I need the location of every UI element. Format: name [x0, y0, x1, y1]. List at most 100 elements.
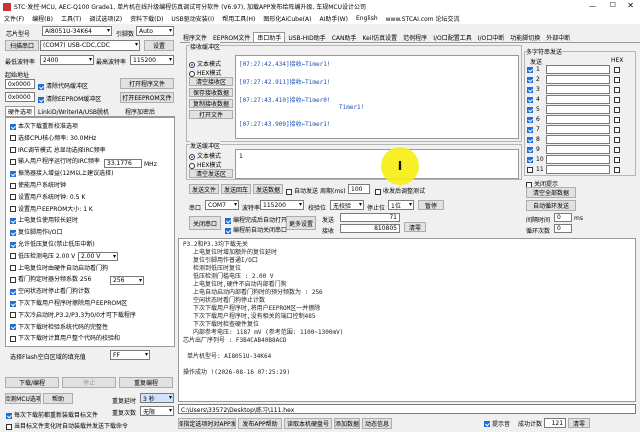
status-app-button[interactable]: 选择指定选项时对APP发布	[178, 417, 236, 429]
hw-option[interactable]: 本次下载重新校准选项	[10, 121, 78, 130]
interval-input[interactable]: 0	[554, 213, 572, 222]
status-dyn-button[interactable]: 动态信息	[362, 417, 392, 429]
menu-website[interactable]: www.STCAI.com 论坛交流	[386, 14, 460, 23]
hw-option[interactable]: 允许低压复位(禁止低压中断)	[10, 239, 95, 248]
maximize-icon[interactable]: ☐	[610, 1, 616, 9]
stop-combo[interactable]: 1位	[388, 200, 414, 210]
menu-help[interactable]: 帮用工具(H)	[222, 14, 255, 23]
multi-row-hex-check[interactable]	[614, 107, 620, 113]
auto-send-check[interactable]: 自动发送	[286, 186, 318, 195]
port-select[interactable]: (COM7) USB-CDC,CDC	[40, 40, 140, 51]
delay-select[interactable]: 3 秒	[140, 393, 174, 403]
toggle-send-check[interactable]: 收发后调整测试	[375, 186, 425, 195]
hw-option[interactable]: 上电复位时由硬件自动启动看门狗	[10, 263, 108, 272]
repeat-program-button[interactable]: 重复编程	[119, 377, 173, 388]
multi-row-check[interactable]	[527, 157, 533, 163]
port-combo[interactable]: COM7	[205, 200, 239, 210]
download-button[interactable]: 下载/编程	[5, 377, 59, 388]
max-baud-select[interactable]: 115200	[130, 55, 174, 65]
status-help-button[interactable]: 发布APP帮助	[238, 417, 282, 429]
tool-tab-examples[interactable]: 范例程序	[400, 33, 430, 42]
clear-recv-button[interactable]: 清空接收区	[189, 77, 233, 86]
tool-tab-io[interactable]: I/O口配置工具	[430, 33, 475, 42]
multi-row-hex-check[interactable]	[614, 77, 620, 83]
multi-row-hex-check[interactable]	[614, 67, 620, 73]
copy-recv-button[interactable]: 复制接收数据	[189, 99, 233, 108]
recv-hex-mode[interactable]: HEX模式	[189, 68, 221, 77]
save-recv-button[interactable]: 保存接收数据	[189, 88, 233, 97]
status-clear-button[interactable]: 清零	[568, 418, 591, 428]
help-button[interactable]: 帮助	[43, 393, 73, 404]
open-prog-file-button[interactable]: 打开程序文件	[120, 78, 174, 89]
send-text-mode[interactable]: 文本模式	[189, 151, 221, 160]
auto-close-check[interactable]: 编程前自动关闭串口	[225, 225, 287, 234]
recv-text-mode[interactable]: 文本模式	[189, 59, 221, 68]
pause-button[interactable]: 暂停	[418, 200, 444, 210]
tip-sound-check[interactable]: 提示音	[484, 419, 510, 428]
lvd-select[interactable]: 2.00 V	[78, 252, 118, 261]
clear-send-button[interactable]: 清空发送区	[189, 169, 233, 178]
hw-option[interactable]: 下次下载时计算用户整个代码的校验和	[10, 333, 120, 342]
multi-row-hex-check[interactable]	[614, 137, 620, 143]
multi-row-input[interactable]	[546, 145, 610, 154]
recv-area[interactable]: [07:27:42.434]接收←Timer1! [07:27:42.911]接…	[235, 55, 519, 139]
addr2-input[interactable]: 0x0000	[5, 92, 35, 102]
multi-row-hex-check[interactable]	[614, 167, 620, 173]
hw-option[interactable]: 空闲状态时停止看门狗计数	[10, 286, 90, 295]
multi-row-check[interactable]	[527, 167, 533, 173]
multi-row-check[interactable]	[527, 97, 533, 103]
multi-row-check[interactable]	[527, 147, 533, 153]
check-combo[interactable]: 无校验	[330, 200, 364, 210]
open-eeprom-file-button[interactable]: 打开EEPROM文件	[120, 92, 174, 103]
multi-row-hex-check[interactable]	[614, 117, 620, 123]
multi-row-input[interactable]	[546, 95, 610, 104]
open-file-button[interactable]: 打开文件	[189, 110, 233, 119]
multi-row-check[interactable]	[527, 107, 533, 113]
hw-option[interactable]: 选择CPU核心频率: 30.0MHz	[10, 133, 96, 142]
tab-encrypt[interactable]: 程序加密后	[123, 106, 175, 116]
chip-select[interactable]: AI8051U-34K64	[42, 26, 112, 36]
hw-option[interactable]: 看门狗定时器分频系数 256	[10, 274, 91, 283]
menu-download[interactable]: 资料下载(D)	[130, 14, 163, 23]
multi-row-input[interactable]	[546, 165, 610, 174]
hw-option[interactable]: 设置用户EEPROM大小: 1 K	[10, 204, 93, 213]
send-area[interactable]: 1	[235, 149, 519, 179]
clear-all-button[interactable]: 清空全部数据	[526, 187, 576, 198]
menu-english[interactable]: English	[356, 15, 378, 22]
pin-select[interactable]: Auto	[136, 26, 174, 36]
loop-input[interactable]: 0	[554, 224, 572, 233]
multi-row-check[interactable]	[527, 67, 533, 73]
hw-option[interactable]: 振荡器接入增益(12M以上建议选择)	[10, 168, 114, 177]
hw-option[interactable]: 使能用户系统时钟	[10, 180, 66, 189]
addr1-input[interactable]: 0x0000	[5, 79, 35, 89]
multi-row-check[interactable]	[527, 127, 533, 133]
hw-option[interactable]: 下次冷启动时,P3.2/P3.3为0/0才可下载程序	[10, 310, 136, 319]
multi-row-check[interactable]	[527, 87, 533, 93]
send-hex-mode[interactable]: HEX模式	[189, 160, 221, 169]
hw-option[interactable]: 输入用户程序运行时的IRC频率	[10, 156, 100, 165]
multi-row-hex-check[interactable]	[614, 127, 620, 133]
menu-tools[interactable]: 工具(T)	[61, 14, 81, 23]
flash-fill-select[interactable]: FF	[110, 350, 150, 360]
menu-program[interactable]: 编程(B)	[32, 14, 53, 23]
multi-row-input[interactable]	[546, 105, 610, 114]
hw-option[interactable]: 设置用户系统时钟: 0.5 K	[10, 192, 85, 201]
multi-row-input[interactable]	[546, 155, 610, 164]
close-icon[interactable]: ✕	[627, 1, 634, 10]
multi-row-check[interactable]	[527, 117, 533, 123]
status-disk-button[interactable]: 读取本机硬盘号	[284, 417, 332, 429]
menu-debug[interactable]: 调试选项(Z)	[89, 14, 122, 23]
tool-tab-can[interactable]: CAN助手	[329, 33, 360, 42]
minimize-icon[interactable]: —	[589, 2, 596, 10]
clear-eeprom-check[interactable]: 清除EEPROM缓冲区	[38, 94, 101, 103]
detect-mcu-button[interactable]: 检测MCU选项	[5, 393, 41, 404]
min-baud-select[interactable]: 2400	[40, 55, 94, 65]
auto-load-check[interactable]: 当目标文件变化时自动装载并发送下载命令	[6, 421, 128, 430]
multi-row-input[interactable]	[546, 125, 610, 134]
multi-row-input[interactable]	[546, 75, 610, 84]
wdt-select[interactable]: 256	[110, 276, 144, 285]
tool-tab-keil[interactable]: Keil仿真设置	[360, 33, 401, 42]
baud-combo[interactable]: 115200	[260, 200, 304, 210]
tool-tab-serial[interactable]: 串口助手	[253, 32, 286, 43]
send-data-button[interactable]: 发送数据	[253, 184, 283, 194]
